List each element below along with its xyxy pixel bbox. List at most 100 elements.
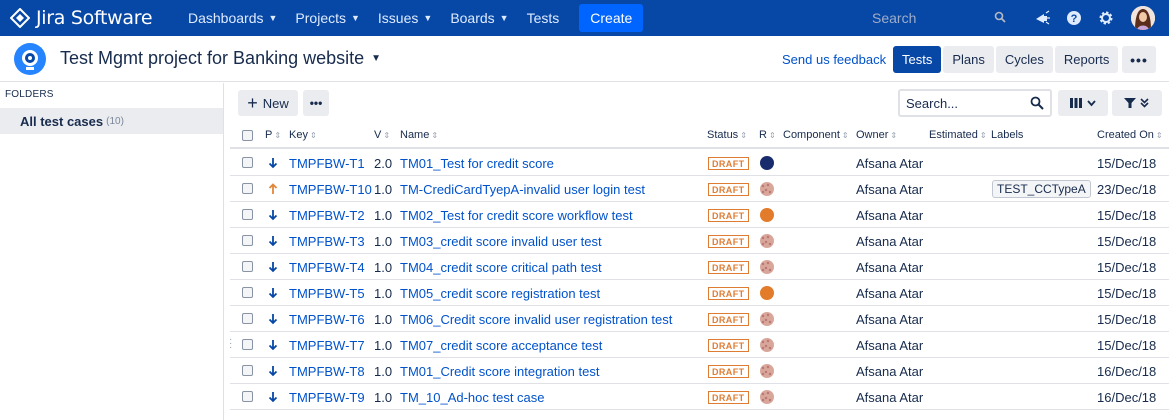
nav-projects[interactable]: Projects ▼ <box>295 10 360 26</box>
sort-icon: ⇕ <box>890 131 898 140</box>
row-checkbox[interactable] <box>242 365 253 376</box>
test-name-link[interactable]: TM07_credit score acceptance test <box>400 338 602 353</box>
label-tag[interactable]: TEST_CCTypeA <box>992 180 1091 198</box>
header-label: Status <box>707 129 739 141</box>
created-on-date: 23/Dec/18 <box>1097 182 1157 197</box>
test-key-link[interactable]: TMPFBW-T4 <box>289 260 365 275</box>
row-checkbox[interactable] <box>242 209 253 220</box>
folder-label: All test cases <box>20 113 104 129</box>
new-test-case-button[interactable]: + New <box>238 90 298 116</box>
nav-boards[interactable]: Boards ▼ <box>450 10 508 26</box>
sort-icon: ⇕ <box>309 131 317 140</box>
priority-low-arrow-down-icon <box>268 340 278 351</box>
test-name-link[interactable]: TM02_Test for credit score workflow test <box>400 208 633 223</box>
header-label: R <box>759 129 767 141</box>
table-row[interactable]: TMPFBW-T9 1.0 TM_10_Ad-hoc test case DRAFT A… <box>230 384 1169 410</box>
test-key-link[interactable]: TMPFBW-T7 <box>289 338 365 353</box>
toolbar-more-button[interactable]: ••• <box>303 90 329 116</box>
column-header-result[interactable]: R ⇕ <box>759 129 776 141</box>
table-row[interactable]: TMPFBW-T10 1.0 TM-CrediCardTyepA-invalid u… <box>230 176 1169 202</box>
created-on-date: 15/Dec/18 <box>1097 286 1157 301</box>
nav-dashboards[interactable]: Dashboards ▼ <box>188 10 277 26</box>
row-checkbox[interactable] <box>242 287 253 298</box>
row-checkbox[interactable] <box>242 313 253 324</box>
column-header-status[interactable]: Status ⇕ <box>707 129 747 141</box>
row-checkbox[interactable] <box>242 157 253 168</box>
help-icon[interactable]: ? <box>1064 8 1084 28</box>
status-badge: DRAFT <box>708 183 749 196</box>
test-name-link[interactable]: TM-CrediCardTyepA-invalid user login tes… <box>400 182 645 197</box>
test-key-link[interactable]: TMPFBW-T2 <box>289 208 365 223</box>
project-header: Test Mgmt project for Banking website ▼ … <box>0 36 1169 82</box>
column-header-created-on[interactable]: Created On ⇕ <box>1097 129 1163 141</box>
column-header-priority[interactable]: P ⇕ <box>265 129 281 141</box>
test-name-link[interactable]: TM06_Credit score invalid user registrat… <box>400 312 672 327</box>
row-checkbox[interactable] <box>242 235 253 246</box>
more-actions-button[interactable]: ••• <box>1122 46 1156 73</box>
table-row[interactable]: TMPFBW-T2 1.0 TM02_Test for credit score w… <box>230 202 1169 228</box>
table-row[interactable]: TMPFBW-T1 2.0 TM01_Test for credit score DR… <box>230 150 1169 176</box>
status-badge: DRAFT <box>708 157 749 170</box>
folders-sidebar: FOLDERS All test cases (10) <box>0 83 224 420</box>
column-header-estimated[interactable]: Estimated ⇕ <box>929 129 987 141</box>
row-checkbox[interactable] <box>242 339 253 350</box>
table-row[interactable]: TMPFBW-T7 1.0 TM07_credit score acceptance… <box>230 332 1169 358</box>
tab-cycles[interactable]: Cycles <box>995 46 1053 73</box>
search-placeholder: Search... <box>906 95 959 111</box>
test-name-link[interactable]: TM01_Credit score integration test <box>400 364 599 379</box>
column-chooser-button[interactable] <box>1058 90 1108 116</box>
column-header-version[interactable]: V ⇕ <box>374 129 390 141</box>
nav-tests[interactable]: Tests <box>527 10 560 26</box>
test-name-link[interactable]: TM05_credit score registration test <box>400 286 600 301</box>
global-search-input[interactable]: Search <box>862 6 1014 30</box>
created-on-date: 15/Dec/18 <box>1097 260 1157 275</box>
table-row[interactable]: TMPFBW-T5 1.0 TM05_credit score registrati… <box>230 280 1169 306</box>
folder-all-test-cases[interactable]: All test cases (10) <box>0 108 223 134</box>
column-header-name[interactable]: Name ⇕ <box>400 129 438 141</box>
priority-low-arrow-down-icon <box>268 262 278 273</box>
test-name-link[interactable]: TM_10_Ad-hoc test case <box>400 390 545 405</box>
tab-reports[interactable]: Reports <box>1054 46 1119 73</box>
select-all-checkbox[interactable] <box>242 130 253 141</box>
test-key-link[interactable]: TMPFBW-T8 <box>289 364 365 379</box>
table-row[interactable]: TMPFBW-T3 1.0 TM03_credit score invalid us… <box>230 228 1169 254</box>
table-row[interactable]: TMPFBW-T4 1.0 TM04_credit score critical p… <box>230 254 1169 280</box>
test-name-link[interactable]: TM03_credit score invalid user test <box>400 234 602 249</box>
send-feedback-link[interactable]: Send us feedback <box>782 52 886 67</box>
column-header-component[interactable]: Component ⇕ <box>783 129 849 141</box>
project-avatar-icon <box>14 43 46 75</box>
row-checkbox[interactable] <box>242 391 253 402</box>
column-header-key[interactable]: Key ⇕ <box>289 129 317 141</box>
test-key-link[interactable]: TMPFBW-T5 <box>289 286 365 301</box>
nav-label: Boards <box>450 10 495 26</box>
notifications-icon[interactable] <box>1032 8 1052 28</box>
jira-logo[interactable]: Jira Software <box>10 7 170 29</box>
test-key-link[interactable]: TMPFBW-T1 <box>289 156 365 171</box>
result-status-icon <box>760 156 774 170</box>
user-avatar[interactable] <box>1131 6 1155 30</box>
row-checkbox[interactable] <box>242 261 253 272</box>
tab-plans[interactable]: Plans <box>943 46 994 73</box>
table-row[interactable]: TMPFBW-T8 1.0 TM01_Credit score integratio… <box>230 358 1169 384</box>
test-name-link[interactable]: TM04_credit score critical path test <box>400 260 602 275</box>
settings-gear-icon[interactable] <box>1096 8 1116 28</box>
tab-tests[interactable]: Tests <box>893 46 942 73</box>
search-icon <box>994 11 1006 23</box>
test-version: 1.0 <box>374 390 393 405</box>
test-key-link[interactable]: TMPFBW-T3 <box>289 234 365 249</box>
nav-issues[interactable]: Issues ▼ <box>378 10 432 26</box>
owner-name: Afsana Atar <box>856 338 924 353</box>
test-search-input[interactable]: Search... <box>898 89 1052 117</box>
row-checkbox[interactable] <box>242 183 253 194</box>
test-name-link[interactable]: TM01_Test for credit score <box>400 156 554 171</box>
column-header-labels[interactable]: Labels <box>991 129 1023 141</box>
filter-button[interactable] <box>1112 90 1162 116</box>
test-key-link[interactable]: TMPFBW-T6 <box>289 312 365 327</box>
table-row[interactable]: TMPFBW-T6 1.0 TM06_Credit score invalid us… <box>230 306 1169 332</box>
project-title[interactable]: Test Mgmt project for Banking website ▼ <box>60 48 381 69</box>
status-badge: DRAFT <box>708 287 749 300</box>
test-key-link[interactable]: TMPFBW-T10 <box>289 182 372 197</box>
test-key-link[interactable]: TMPFBW-T9 <box>289 390 365 405</box>
column-header-owner[interactable]: Owner ⇕ <box>856 129 897 141</box>
create-button[interactable]: Create <box>579 4 644 32</box>
